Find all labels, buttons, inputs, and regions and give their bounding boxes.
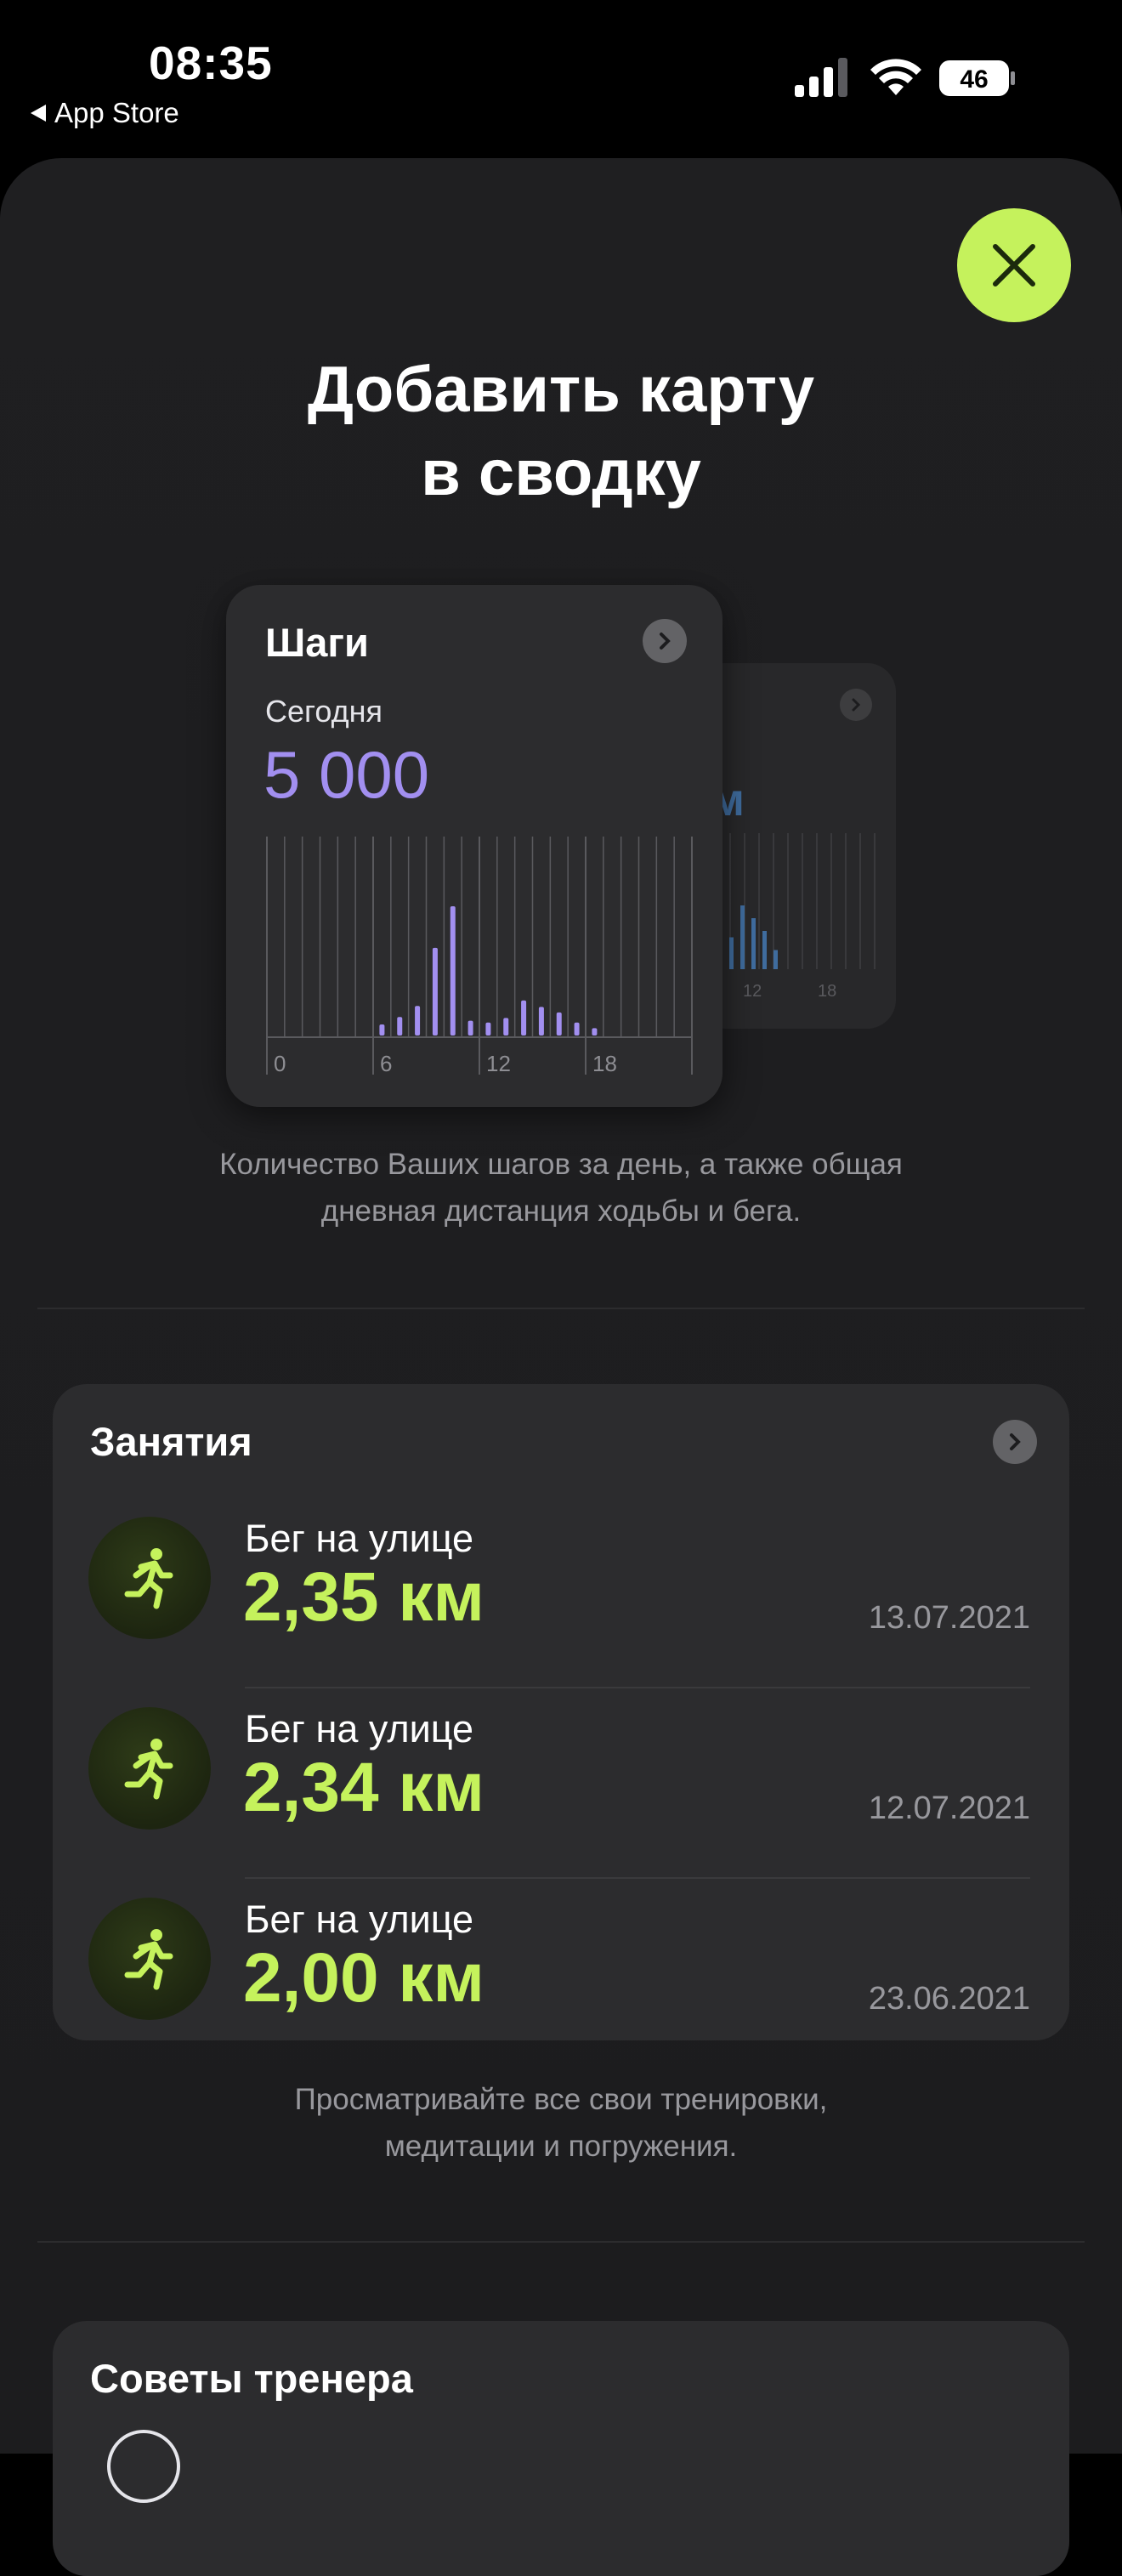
wifi-icon — [870, 59, 921, 95]
steps-bar — [415, 1006, 421, 1036]
steps-bar — [521, 1000, 527, 1036]
back-label: App Store — [54, 97, 179, 128]
steps-card-description: Количество Ваших шагов за день, а также … — [219, 1148, 903, 1228]
running-icon — [88, 1898, 211, 2020]
coach-avatar — [107, 2430, 180, 2503]
activity-distance: 2,35 км — [243, 1558, 485, 1636]
steps-bar — [503, 1018, 509, 1036]
activities-card-description: Просматривайте все свои тренировки, меди… — [294, 2083, 828, 2163]
x-tick-label: 12 — [743, 982, 762, 1001]
activity-date: 12.07.2021 — [868, 1790, 1030, 1826]
steps-bar — [485, 1022, 491, 1036]
running-icon — [88, 1517, 211, 1639]
chevron-right-icon — [643, 619, 687, 663]
activity-row[interactable]: Бег на улице 2,34 км 12.07.2021 — [53, 1688, 1069, 1879]
battery-level: 46 — [960, 65, 988, 94]
distance-chart: 12 18 — [715, 833, 876, 1001]
steps-bar — [538, 1007, 544, 1036]
chevron-right-icon — [840, 689, 872, 721]
activity-distance: 2,00 км — [243, 1939, 485, 2017]
steps-bar — [379, 1024, 385, 1036]
distance-bar — [751, 918, 756, 969]
steps-bar — [432, 947, 438, 1036]
close-button[interactable] — [957, 208, 1071, 322]
battery-icon: 46 — [939, 60, 1015, 96]
distance-bar — [729, 937, 734, 969]
x-tick-label: 0 — [274, 1051, 286, 1076]
x-tick-label: 6 — [380, 1051, 392, 1076]
activities-card-title: Занятия — [90, 1419, 252, 1464]
coach-tips-card-preview[interactable]: Советы тренера — [53, 2321, 1069, 2576]
coach-tips-title: Советы тренера — [90, 2356, 413, 2401]
steps-card-subtitle: Сегодня — [265, 694, 382, 729]
running-icon — [88, 1707, 211, 1830]
steps-bar — [574, 1022, 580, 1036]
activity-date: 13.07.2021 — [868, 1600, 1030, 1636]
section-divider — [37, 2241, 1085, 2243]
steps-bar — [592, 1028, 598, 1036]
status-time: 08:35 — [149, 37, 273, 89]
steps-chart: 0 6 12 18 — [266, 837, 693, 1076]
steps-bar — [450, 906, 456, 1036]
activity-name: Бег на улице — [245, 1517, 474, 1560]
chevron-right-icon — [993, 1420, 1037, 1464]
x-tick-label: 18 — [818, 982, 836, 1001]
activity-row[interactable]: Бег на улице 2,00 км 23.06.2021 — [53, 1879, 1069, 2069]
distance-card-preview[interactable]: я м 1218 — [697, 663, 896, 1029]
back-triangle-icon — [31, 105, 46, 122]
steps-card-title: Шаги — [265, 620, 369, 665]
close-icon — [993, 244, 1035, 287]
steps-value: 5 000 — [264, 737, 430, 812]
x-tick-label: 12 — [486, 1051, 511, 1076]
distance-bar — [774, 950, 778, 969]
steps-card-preview[interactable]: Шаги Сегодня 5 000 0 6 12 18 — [226, 585, 722, 1107]
back-to-app-store-link[interactable]: App Store — [31, 97, 179, 129]
activity-date: 23.06.2021 — [868, 1981, 1030, 2017]
page-title: Добавить карту в сводку — [307, 354, 815, 509]
activities-card-preview[interactable]: Занятия Бег на улице 2,35 км 13.07.2021 … — [53, 1384, 1069, 2040]
activity-name: Бег на улице — [245, 1898, 474, 1941]
cellular-signal-icon — [795, 58, 847, 97]
section-divider — [37, 1308, 1085, 1309]
activity-name: Бег на улице — [245, 1707, 474, 1750]
steps-bar — [556, 1012, 562, 1036]
steps-bar — [397, 1017, 403, 1036]
activity-row[interactable]: Бег на улице 2,35 км 13.07.2021 — [53, 1498, 1069, 1688]
distance-bar — [740, 905, 745, 969]
x-tick-label: 18 — [592, 1051, 617, 1076]
activity-distance: 2,34 км — [243, 1749, 485, 1826]
distance-bar — [762, 931, 767, 969]
steps-bar — [468, 1020, 473, 1036]
